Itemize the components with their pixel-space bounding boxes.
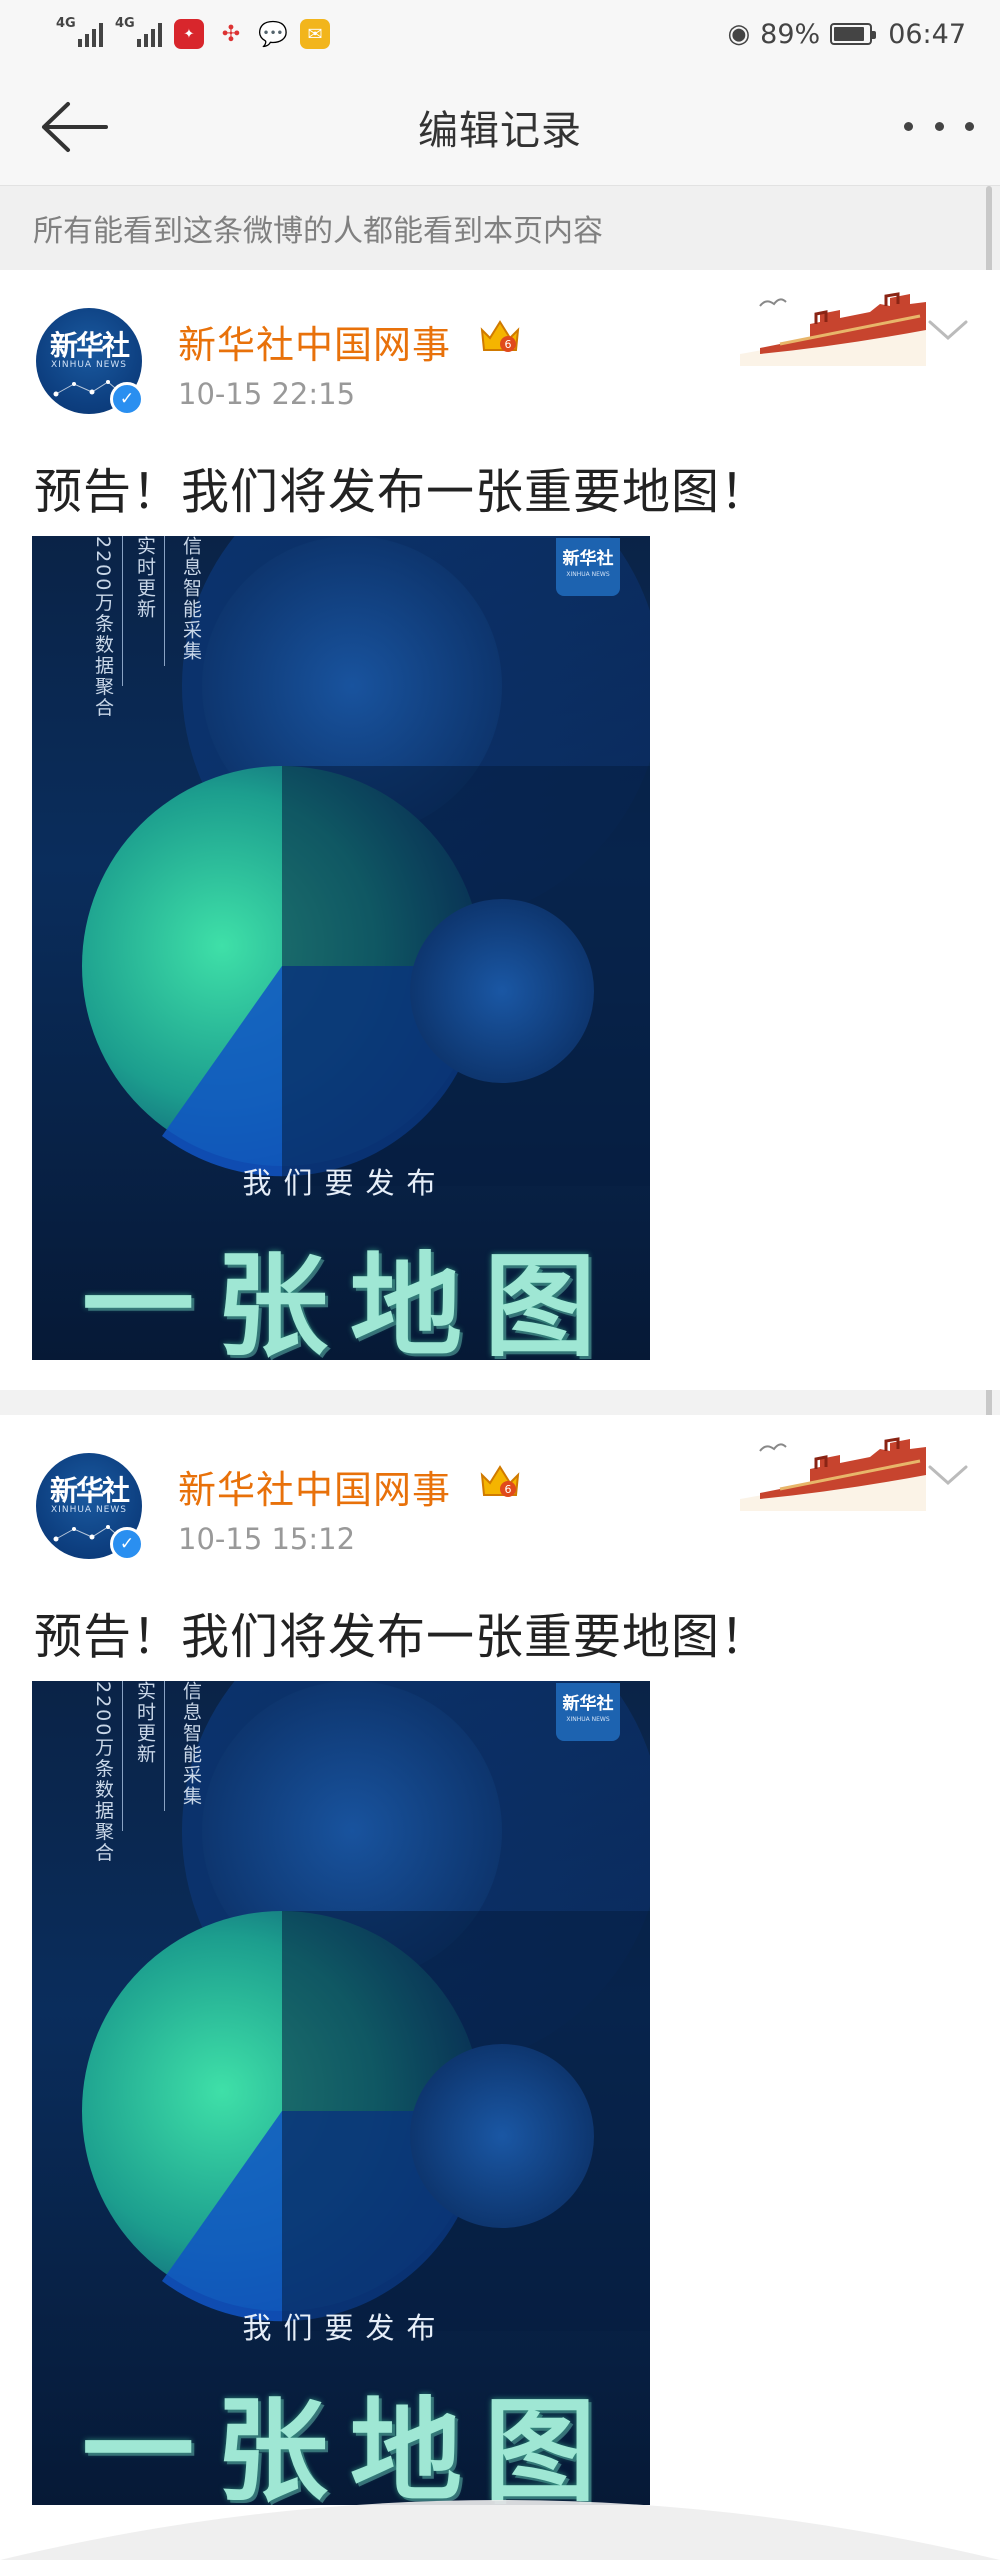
post-card: 新华社 XINHUA NEWS ✓ 新华社中国网事 6 10-15 22:15 … [0,270,1000,1390]
clock: 06:47 [888,18,966,50]
chevron-down-icon[interactable] [926,1463,970,1489]
nav-bar: 编辑记录 [0,68,1000,186]
svg-text:6: 6 [505,1483,512,1496]
crown-vip-icon[interactable]: 6 [478,1461,522,1501]
poster-caption-small: 我们要发布 [242,1166,448,1200]
post-time: 10-15 22:15 [178,377,356,411]
great-wall-decoration-icon [740,1437,926,1511]
avatar-logo-subtext: XINHUA NEWS [51,360,127,370]
signal-icon: 4G [56,17,103,47]
post-image[interactable]: 2200万条数据聚合 实时更新 信息智能采集 新华社 XINHUA NEWS 我们… [32,1681,650,2505]
author-name[interactable]: 新华社中国网事 [178,314,451,369]
page-title: 编辑记录 [418,107,582,154]
network-type: 4G [56,16,76,31]
chevron-down-icon[interactable] [926,318,970,344]
network-type-2: 4G [115,16,135,31]
battery-fill [834,27,865,41]
post-text: 预告！我们将发布一张重要地图！ [34,1609,770,1665]
poster-vertical-text: 信息智能采集 [180,536,202,662]
eye-icon: ◉ [727,19,751,49]
poster-divider [122,1681,123,1831]
app-notification-icon: ✦ [174,19,204,49]
status-bar: 4G 4G ✦ ✣ 💬 ✉ ◉ 89% 06:47 [0,0,1000,68]
poster-divider [164,536,165,666]
post-image[interactable]: 2200万条数据聚合 实时更新 信息智能采集 新华社 XINHUA NEWS 我们… [32,536,650,1360]
battery-percent: 89% [760,18,821,50]
poster-badge-text: 新华社 [562,1694,614,1714]
svg-text:6: 6 [505,338,512,351]
poster-vertical-text: 实时更新 [134,1681,156,1765]
poster-vertical-text: 2200万条数据聚合 [92,1681,114,1864]
verified-badge-icon: ✓ [110,1527,144,1561]
bottom-overlay [0,2500,1000,2560]
mail-icon: ✉ [300,19,330,49]
poster-vertical-text: 信息智能采集 [180,1681,202,1807]
wechat-icon: 💬 [258,20,288,48]
poster-logo-badge: 新华社 XINHUA NEWS [556,1683,620,1741]
post-card: 新华社 XINHUA NEWS ✓ 新华社中国网事 6 10-15 15:12 … [0,1415,1000,2560]
poster-caption-small: 我们要发布 [242,2311,448,2345]
poster-caption-big: 一张地图 [82,1241,618,1360]
more-dots-icon[interactable] [904,108,974,144]
status-left: 4G 4G ✦ ✣ 💬 ✉ [56,17,330,49]
post-time: 10-15 15:12 [178,1522,356,1556]
verified-badge-icon: ✓ [110,382,144,416]
poster-badge-text: 新华社 [562,549,614,569]
author-name[interactable]: 新华社中国网事 [178,1459,451,1514]
battery-icon [830,23,877,45]
avatar-logo-text: 新华社 [49,1474,130,1507]
poster-logo-badge: 新华社 XINHUA NEWS [556,538,620,596]
visibility-notice: 所有能看到这条微博的人都能看到本页内容 [0,186,1000,270]
poster-vertical-text: 2200万条数据聚合 [92,536,114,719]
avatar-logo-text: 新华社 [49,329,130,362]
poster-vertical-text: 实时更新 [134,536,156,620]
poster-badge-subtext: XINHUA NEWS [566,571,610,578]
signal-icon-2: 4G [115,17,162,47]
crown-vip-icon[interactable]: 6 [478,316,522,356]
avatar-logo-subtext: XINHUA NEWS [51,1505,127,1515]
post-text: 预告！我们将发布一张重要地图！ [34,464,770,520]
poster-badge-subtext: XINHUA NEWS [566,1716,610,1723]
poster-divider [122,536,123,686]
slack-icon: ✣ [221,21,241,47]
back-arrow-icon[interactable] [38,96,110,158]
great-wall-decoration-icon [740,292,926,366]
poster-divider [164,1681,165,1811]
status-right: ◉ 89% 06:47 [727,19,966,50]
